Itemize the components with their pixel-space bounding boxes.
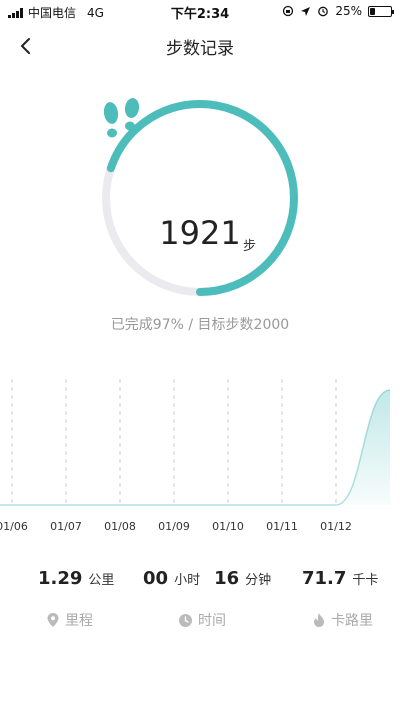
goal-progress-text: 已完成97% / 目标步数2000 bbox=[110, 317, 290, 333]
steps-chart[interactable]: 01/06 01/07 01/08 01/09 01/10 01/11 01/12 bbox=[0, 375, 400, 540]
stats-row: 1.29 公里 00 小时 16 分钟 71.7 千卡 bbox=[0, 568, 400, 592]
x-tick-label: 01/12 bbox=[320, 520, 352, 533]
location-arrow-icon bbox=[301, 6, 311, 16]
distance-label-text: 里程 bbox=[65, 613, 93, 629]
step-progress-ring: 1921 步 bbox=[100, 98, 300, 298]
page-title: 步数记录 bbox=[166, 39, 234, 59]
calories-stat: 71.7 千卡 bbox=[302, 568, 378, 589]
footprints-icon bbox=[103, 98, 140, 138]
x-tick-label: 01/09 bbox=[158, 520, 190, 533]
time-stat: 00 小时 16 分钟 bbox=[143, 568, 271, 589]
minutes-unit: 分钟 bbox=[245, 573, 272, 588]
distance-label: 里程 bbox=[46, 610, 93, 630]
chart-svg: 01/06 01/07 01/08 01/09 01/10 01/11 01/12 bbox=[0, 379, 391, 533]
step-unit: 步 bbox=[243, 239, 257, 254]
calories-value: 71.7 bbox=[302, 568, 347, 589]
x-tick-label: 01/07 bbox=[50, 520, 82, 533]
alarm-icon bbox=[318, 6, 329, 17]
step-count: 1921 bbox=[159, 214, 241, 252]
battery-percent: 25% bbox=[335, 4, 362, 18]
status-bar: 中国电信 4G 下午2:34 25% bbox=[0, 0, 400, 24]
rotation-lock-icon bbox=[283, 5, 294, 17]
time-label: 时间 bbox=[178, 610, 226, 630]
battery-icon bbox=[368, 5, 394, 17]
hours-value: 00 bbox=[143, 568, 169, 589]
distance-value: 1.29 bbox=[38, 568, 83, 589]
distance-stat: 1.29 公里 bbox=[38, 568, 114, 589]
clock-icon bbox=[179, 613, 192, 627]
steps-area bbox=[0, 390, 390, 505]
location-pin-icon bbox=[47, 613, 59, 627]
stats-labels: 里程 时间 卡路里 bbox=[0, 610, 400, 630]
nav-bar: 步数记录 bbox=[0, 24, 400, 68]
calories-label: 卡路里 bbox=[312, 610, 373, 630]
minutes-value: 16 bbox=[214, 568, 240, 589]
calories-unit: 千卡 bbox=[352, 573, 379, 588]
hours-unit: 小时 bbox=[174, 573, 201, 588]
x-tick-label: 01/08 bbox=[104, 520, 136, 533]
calories-label-text: 卡路里 bbox=[331, 613, 373, 629]
x-tick-label: 01/10 bbox=[212, 520, 244, 533]
steps-line bbox=[0, 389, 391, 506]
status-right: 25% bbox=[282, 4, 394, 18]
battery-level bbox=[370, 7, 375, 15]
x-tick-label: 01/11 bbox=[266, 520, 298, 533]
distance-unit: 公里 bbox=[88, 573, 115, 588]
x-tick-label: 01/06 bbox=[0, 520, 28, 533]
flame-icon bbox=[314, 613, 324, 627]
time-label-text: 时间 bbox=[198, 613, 226, 629]
